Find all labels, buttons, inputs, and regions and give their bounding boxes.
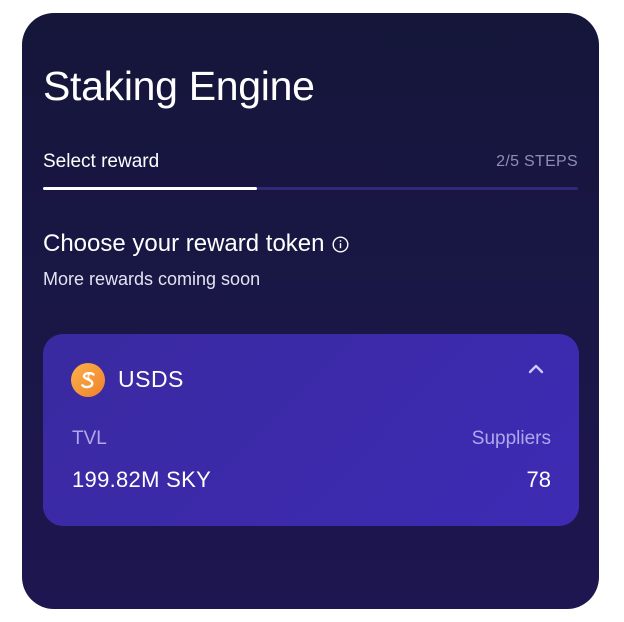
current-step-label: Select reward [43,151,160,172]
reward-token-heading-text: Choose your reward token [43,230,325,257]
chevron-up-icon[interactable] [527,362,545,374]
usds-logo-icon [71,363,105,397]
reward-token-heading: Choose your reward token [43,230,349,258]
suppliers-label: Suppliers [471,428,551,449]
page-title: Staking Engine [43,63,315,109]
usds-token-card[interactable]: USDS TVL Suppliers 199.82M SKY 78 [43,334,579,526]
step-progress-bar [43,187,578,190]
token-name: USDS [118,366,184,392]
info-icon[interactable] [332,235,349,253]
step-progress-fill [43,187,257,190]
rewards-subtext: More rewards coming soon [43,269,261,289]
tvl-value: 199.82M SKY [72,467,212,492]
tvl-label: TVL [72,428,107,449]
suppliers-value: 78 [526,467,551,492]
step-count: 2/5 STEPS [496,153,578,170]
staking-panel: Staking Engine Select reward 2/5 STEPS C… [22,13,599,609]
